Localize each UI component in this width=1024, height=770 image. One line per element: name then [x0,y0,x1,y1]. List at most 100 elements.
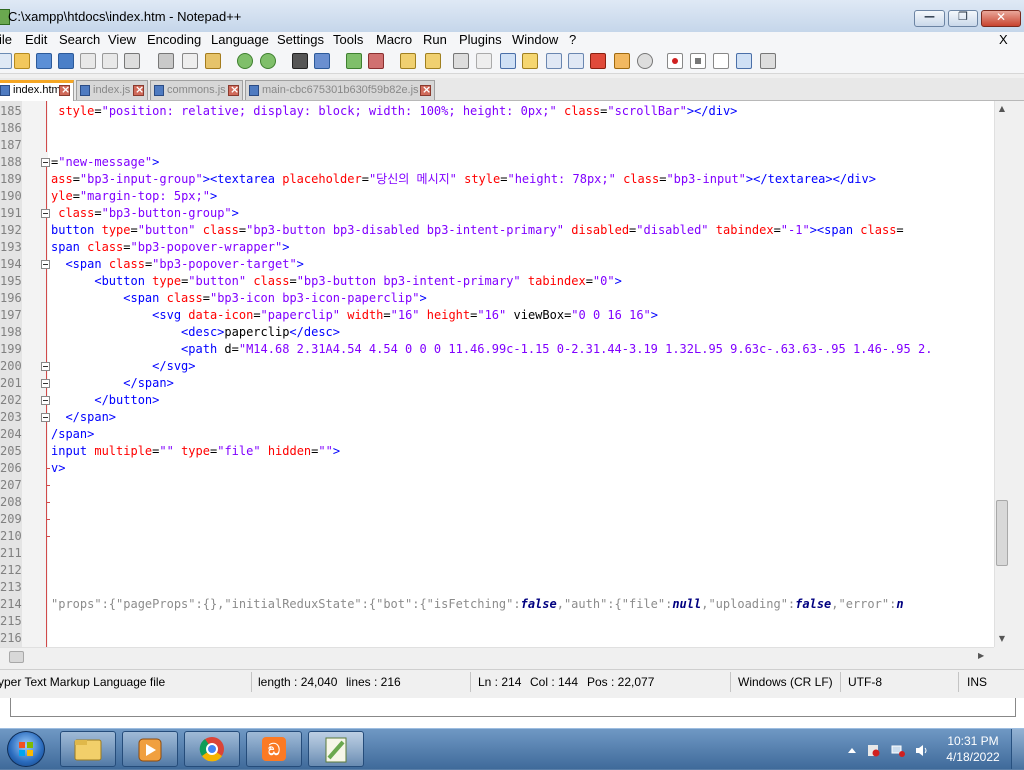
horizontal-scroll-thumb[interactable] [9,651,24,663]
indent-guide-icon[interactable] [500,53,516,69]
tab-commons-js[interactable]: commons.js [150,80,243,100]
macro-run-multiple-icon[interactable] [736,53,752,69]
show-desktop-button[interactable] [1011,729,1024,769]
vertical-scroll-thumb[interactable] [996,500,1008,566]
close-tab-icon[interactable] [133,83,144,96]
code-line[interactable]: 190 yle="margin-top: 5px;"> [0,188,1008,205]
tab-main-js[interactable]: main-cbc675301b630f59b82e.js [245,80,435,100]
zoom-out-icon[interactable] [368,53,384,69]
save-icon[interactable] [36,53,52,69]
menu-run[interactable]: Run [423,32,447,48]
close-file-icon[interactable] [80,53,96,69]
tab-index-js[interactable]: index.js [76,80,148,100]
code-line[interactable]: 212 [0,562,1008,579]
code-line[interactable]: 201 </span> [0,375,1008,392]
code-line[interactable]: 198 <desc>paperclip</desc> [0,324,1008,341]
open-folder-icon[interactable] [614,53,630,69]
macro-save-icon[interactable] [760,53,776,69]
minimize-button[interactable]: — [914,10,945,27]
menu-view[interactable]: View [108,32,136,48]
code-line[interactable]: 197 <svg data-icon="paperclip" width="16… [0,307,1008,324]
menu-settings[interactable]: Settings [277,32,324,48]
code-line[interactable]: 204/span> [0,426,1008,443]
menu-tools[interactable]: Tools [333,32,363,48]
macro-stop-icon[interactable] [690,53,706,69]
scroll-up-icon[interactable]: ▲ [995,103,1009,115]
word-wrap-icon[interactable] [453,53,469,69]
show-hidden-icons[interactable] [845,742,859,755]
macro-play-icon[interactable] [713,53,729,69]
macro-record-icon[interactable] [667,53,683,69]
code-line[interactable]: 207 [0,477,1008,494]
code-line[interactable]: 203 </span> [0,409,1008,426]
sync-horizontal-icon[interactable] [425,53,441,69]
maximize-button[interactable]: ❐ [948,10,978,27]
menu-language[interactable]: Language [211,32,269,48]
code-line[interactable]: 192 button type="button" class="bp3-butto… [0,222,1008,239]
menu-file[interactable]: ile [0,32,12,48]
title-bar[interactable]: C:\xampp\htdocs\index.htm - Notepad++ — … [0,0,1024,33]
sync-vertical-icon[interactable] [400,53,416,69]
scroll-right-icon[interactable]: ▶ [978,651,984,660]
print-icon[interactable] [124,53,140,69]
close-tab-icon[interactable] [59,83,70,96]
taskbar-explorer[interactable] [60,731,116,767]
code-line[interactable]: 205 input multiple="" type="file" hidden=… [0,443,1008,460]
function-list-icon[interactable] [568,53,584,69]
code-line[interactable]: 202 </button> [0,392,1008,409]
close-window-button[interactable]: ✕ [981,10,1021,27]
code-editor[interactable]: 185 style="position: relative; display: … [0,101,1008,647]
code-line[interactable]: 185 style="position: relative; display: … [0,103,1008,120]
paste-icon[interactable] [205,53,221,69]
redo-icon[interactable] [260,53,276,69]
code-line[interactable]: 199 <path d="M14.68 2.31A4.54 4.54 0 0 0… [0,341,1008,358]
show-all-characters-icon[interactable] [476,53,492,69]
zoom-in-icon[interactable] [346,53,362,69]
vertical-scrollbar[interactable]: ▲ ▼ [994,101,1009,647]
start-button[interactable] [7,731,45,767]
volume-icon[interactable] [915,742,929,756]
menu-help[interactable]: ? [569,32,576,48]
new-file-icon[interactable] [0,53,12,69]
code-line[interactable]: 189 ass="bp3-input-group"><textarea place… [0,171,1008,188]
menu-window[interactable]: Window [512,32,558,48]
code-line[interactable]: 209 [0,511,1008,528]
network-icon[interactable] [891,742,905,757]
close-tab-icon[interactable] [228,83,239,96]
menu-plugins[interactable]: Plugins [459,32,502,48]
close-all-icon[interactable] [102,53,118,69]
code-line[interactable]: 193 span class="bp3-popover-wrapper"> [0,239,1008,256]
code-line[interactable]: 206 v> [0,460,1008,477]
folder-as-workspace-icon[interactable] [590,53,606,69]
user-defined-language-icon[interactable] [522,53,538,69]
monitoring-eye-icon[interactable] [637,53,653,69]
horizontal-scrollbar[interactable]: ▶ [0,647,994,668]
code-line[interactable]: 211 [0,545,1008,562]
taskbar-chrome[interactable] [184,731,240,767]
document-map-icon[interactable] [546,53,562,69]
code-line[interactable]: 216 [0,630,1008,647]
code-line[interactable]: 215 [0,613,1008,630]
tab-index-htm[interactable]: index.htm [0,80,74,101]
close-document-button[interactable]: X [999,32,1008,48]
taskbar-clock[interactable]: 10:31 PM 4/18/2022 [944,733,1002,765]
scroll-down-icon[interactable]: ▼ [995,633,1009,645]
close-tab-icon[interactable] [420,83,431,96]
taskbar-xampp[interactable]: ඞ [246,731,302,767]
cut-icon[interactable] [158,53,174,69]
code-line[interactable]: 210 [0,528,1008,545]
taskbar-media-player[interactable] [122,731,178,767]
code-line[interactable]: 188 ="new-message"> [0,154,1008,171]
find-icon[interactable] [292,53,308,69]
code-line[interactable]: 213 [0,579,1008,596]
save-all-icon[interactable] [58,53,74,69]
code-line[interactable]: 200 </svg> [0,358,1008,375]
code-line[interactable]: 195 <button type="button" class="bp3-but… [0,273,1008,290]
menu-edit[interactable]: Edit [25,32,47,48]
code-line[interactable]: 186 [0,120,1008,137]
replace-icon[interactable] [314,53,330,69]
taskbar-notepadpp[interactable] [308,731,364,767]
undo-icon[interactable] [237,53,253,69]
code-line[interactable]: 191 class="bp3-button-group"> [0,205,1008,222]
copy-icon[interactable] [182,53,198,69]
